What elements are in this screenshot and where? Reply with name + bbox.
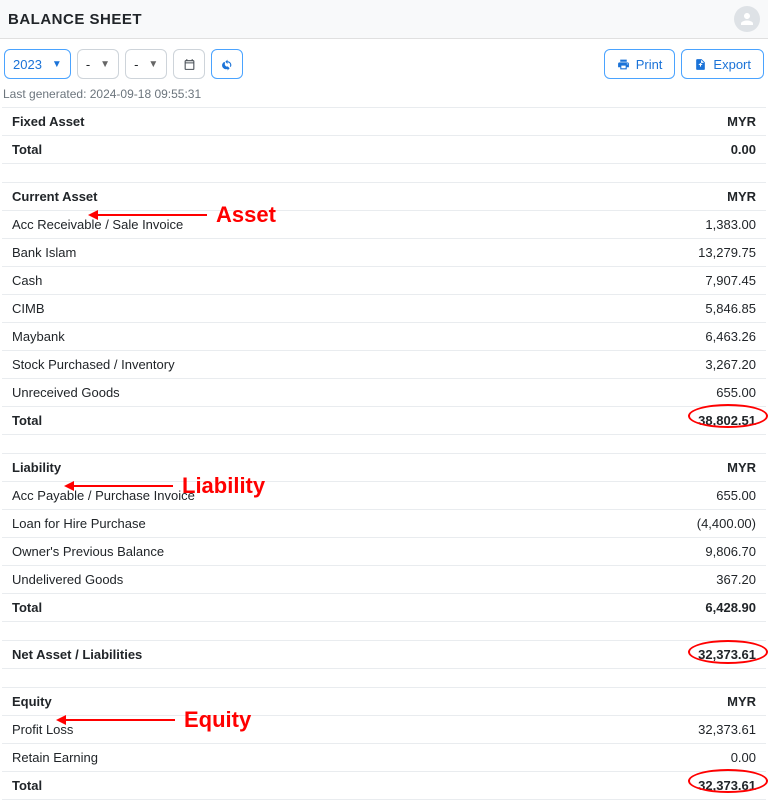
row-label: Stock Purchased / Inventory xyxy=(12,357,175,372)
export-icon xyxy=(694,58,707,71)
currency-label: MYR xyxy=(727,460,756,475)
row-value: 0.00 xyxy=(731,750,756,765)
current-asset-header: Current Asset MYR xyxy=(2,182,766,211)
calendar-icon xyxy=(183,58,196,71)
row-label: Acc Payable / Purchase Invoice xyxy=(12,488,195,503)
table-row: Profit Loss 32,373.61 xyxy=(2,716,766,744)
row-value: 9,806.70 xyxy=(705,544,756,559)
toolbar: 2023 ▼ - ▼ - ▼ Print Export xyxy=(0,39,768,85)
refresh-icon xyxy=(221,58,234,71)
table-row: Owner's Previous Balance 9,806.70 xyxy=(2,538,766,566)
filter-select-1-value: - xyxy=(86,57,90,72)
row-label: Undelivered Goods xyxy=(12,572,123,587)
net-asset-liabilities-row: Net Asset / Liabilities 32,373.61 xyxy=(2,640,766,669)
print-button[interactable]: Print xyxy=(604,49,676,79)
last-generated: Last generated: 2024-09-18 09:55:31 xyxy=(0,85,768,107)
row-value: 6,463.26 xyxy=(705,329,756,344)
row-value: 3,267.20 xyxy=(705,357,756,372)
table-row: Bank Islam 13,279.75 xyxy=(2,239,766,267)
table-row: Acc Receivable / Sale Invoice 1,383.00 xyxy=(2,211,766,239)
liability-total: Total 6,428.90 xyxy=(2,594,766,622)
row-value: (4,400.00) xyxy=(697,516,756,531)
chevron-down-icon: ▼ xyxy=(100,59,110,70)
print-button-label: Print xyxy=(636,57,663,72)
row-label: Maybank xyxy=(12,329,65,344)
currency-label: MYR xyxy=(727,694,756,709)
row-value: 5,846.85 xyxy=(705,301,756,316)
total-value: 38,802.51 xyxy=(698,413,756,428)
section-label: Liability xyxy=(12,460,61,475)
table-row: Maybank 6,463.26 xyxy=(2,323,766,351)
export-button[interactable]: Export xyxy=(681,49,764,79)
table-row: Loan for Hire Purchase (4,400.00) xyxy=(2,510,766,538)
net-value: 32,373.61 xyxy=(698,647,756,662)
total-label: Total xyxy=(12,142,42,157)
total-value: 6,428.90 xyxy=(705,600,756,615)
total-label: Total xyxy=(12,600,42,615)
section-label: Fixed Asset xyxy=(12,114,85,129)
row-label: CIMB xyxy=(12,301,45,316)
chevron-down-icon: ▼ xyxy=(52,59,62,70)
equity-total: Total 32,373.61 xyxy=(2,772,766,800)
row-label: Retain Earning xyxy=(12,750,98,765)
filter-select-1[interactable]: - ▼ xyxy=(77,49,119,79)
section-label: Current Asset xyxy=(12,189,97,204)
row-label: Acc Receivable / Sale Invoice xyxy=(12,217,183,232)
table-row: CIMB 5,846.85 xyxy=(2,295,766,323)
table-row: Acc Payable / Purchase Invoice 655.00 xyxy=(2,482,766,510)
total-label: Total xyxy=(12,413,42,428)
section-label: Equity xyxy=(12,694,52,709)
chevron-down-icon: ▼ xyxy=(148,59,158,70)
year-select-value: 2023 xyxy=(13,57,42,72)
total-value: 0.00 xyxy=(731,142,756,157)
row-label: Loan for Hire Purchase xyxy=(12,516,146,531)
calendar-button[interactable] xyxy=(173,49,205,79)
current-asset-total: Total 38,802.51 xyxy=(2,407,766,435)
row-value: 655.00 xyxy=(716,385,756,400)
filter-select-2-value: - xyxy=(134,57,138,72)
user-icon xyxy=(738,10,756,28)
app-header: BALANCE SHEET xyxy=(0,0,768,39)
row-value: 32,373.61 xyxy=(698,722,756,737)
table-row: Unreceived Goods 655.00 xyxy=(2,379,766,407)
row-label: Unreceived Goods xyxy=(12,385,120,400)
currency-label: MYR xyxy=(727,189,756,204)
equity-header: Equity MYR xyxy=(2,687,766,716)
row-value: 7,907.45 xyxy=(705,273,756,288)
fixed-asset-total: Total 0.00 xyxy=(2,136,766,164)
fixed-asset-header: Fixed Asset MYR xyxy=(2,107,766,136)
row-label: Cash xyxy=(12,273,42,288)
total-value: 32,373.61 xyxy=(698,778,756,793)
currency-label: MYR xyxy=(727,114,756,129)
table-row: Cash 7,907.45 xyxy=(2,267,766,295)
row-value: 367.20 xyxy=(716,572,756,587)
refresh-button[interactable] xyxy=(211,49,243,79)
row-value: 655.00 xyxy=(716,488,756,503)
table-row: Stock Purchased / Inventory 3,267.20 xyxy=(2,351,766,379)
report-body: Fixed Asset MYR Total 0.00 Current Asset… xyxy=(0,107,768,800)
row-value: 1,383.00 xyxy=(705,217,756,232)
year-select[interactable]: 2023 ▼ xyxy=(4,49,71,79)
liability-header: Liability MYR xyxy=(2,453,766,482)
export-button-label: Export xyxy=(713,57,751,72)
total-label: Total xyxy=(12,778,42,793)
print-icon xyxy=(617,58,630,71)
filter-select-2[interactable]: - ▼ xyxy=(125,49,167,79)
row-label: Profit Loss xyxy=(12,722,73,737)
table-row: Retain Earning 0.00 xyxy=(2,744,766,772)
page-title: BALANCE SHEET xyxy=(8,11,142,28)
table-row: Undelivered Goods 367.20 xyxy=(2,566,766,594)
net-label: Net Asset / Liabilities xyxy=(12,647,142,662)
row-label: Bank Islam xyxy=(12,245,76,260)
row-value: 13,279.75 xyxy=(698,245,756,260)
row-label: Owner's Previous Balance xyxy=(12,544,164,559)
avatar[interactable] xyxy=(734,6,760,32)
